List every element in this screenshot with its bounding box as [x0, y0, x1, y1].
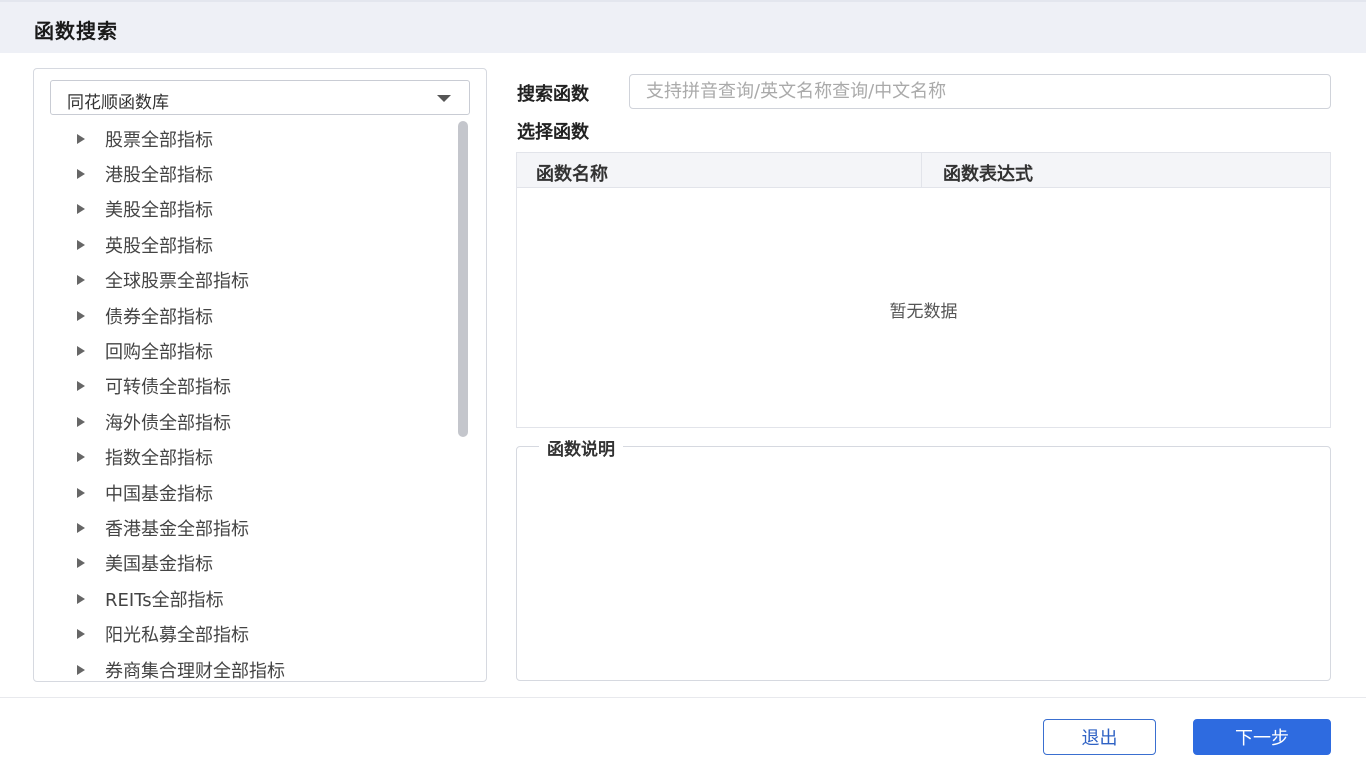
- tree-item[interactable]: 港股全部指标: [34, 156, 456, 191]
- expand-arrow-icon[interactable]: [77, 664, 85, 675]
- expand-arrow-icon[interactable]: [77, 239, 85, 250]
- tree-item-label: 英股全部指标: [105, 235, 213, 257]
- tree-item-label: 回购全部指标: [105, 342, 213, 364]
- empty-state-text: 暂无数据: [889, 302, 958, 322]
- expand-arrow-icon[interactable]: [77, 204, 85, 215]
- tree-item-label: 指数全部指标: [105, 448, 213, 470]
- footer-divider: [0, 697, 1366, 698]
- tree-item-label: 债券全部指标: [105, 306, 213, 328]
- column-header-expression[interactable]: 函数表达式: [943, 160, 1033, 186]
- tree-item[interactable]: 股票全部指标: [34, 121, 456, 156]
- expand-arrow-icon[interactable]: [77, 487, 85, 498]
- tree-item-label: 阳光私募全部指标: [105, 625, 249, 647]
- tree-item[interactable]: 全球股票全部指标: [34, 263, 456, 298]
- column-header-name[interactable]: 函数名称: [536, 160, 608, 186]
- window-title: 函数搜索: [34, 19, 118, 43]
- tree-item[interactable]: 可转债全部指标: [34, 369, 456, 404]
- expand-arrow-icon[interactable]: [77, 381, 85, 392]
- function-library-panel: 同花顺函数库 股票全部指标 港股全部指标 美股全部指标 英股全部指标全球股票全部指标债…: [33, 68, 487, 682]
- library-dropdown-value: 同花顺函数库: [67, 93, 169, 113]
- tree-item[interactable]: 中国基金指标: [34, 475, 456, 510]
- window-titlebar: 函数搜索: [0, 0, 1366, 53]
- select-function-title: 选择函数: [517, 122, 589, 143]
- chevron-down-icon: [437, 95, 451, 102]
- tree-item-label: REITs全部指标: [105, 589, 224, 611]
- tree-item-label: 全球股票全部指标: [105, 271, 249, 293]
- next-step-button[interactable]: 下一步: [1193, 719, 1331, 755]
- column-divider: [921, 153, 922, 188]
- expand-arrow-icon[interactable]: [77, 169, 85, 180]
- tree-item[interactable]: 指数全部指标: [34, 440, 456, 475]
- expand-arrow-icon[interactable]: [77, 346, 85, 357]
- tree-item[interactable]: 香港基金全部指标: [34, 510, 456, 545]
- expand-arrow-icon[interactable]: [77, 133, 85, 144]
- library-dropdown[interactable]: 同花顺函数库: [50, 80, 470, 115]
- description-legend: 函数说明: [539, 435, 623, 460]
- expand-arrow-icon[interactable]: [77, 522, 85, 533]
- tree-item[interactable]: 回购全部指标: [34, 333, 456, 368]
- tree-item[interactable]: 海外债全部指标: [34, 404, 456, 439]
- tree-item[interactable]: 券商集合理财全部指标: [34, 652, 456, 681]
- tree-item[interactable]: 美股全部指标: [34, 192, 456, 227]
- tree-item[interactable]: 债券全部指标: [34, 298, 456, 333]
- exit-button[interactable]: 退出: [1043, 719, 1156, 755]
- tree-item[interactable]: 美国基金指标: [34, 546, 456, 581]
- tree-item-label: 海外债全部指标: [105, 412, 231, 434]
- function-table: 函数名称 函数表达式 暂无数据: [516, 152, 1331, 428]
- tree-item-label: 股票全部指标: [105, 129, 213, 151]
- expand-arrow-icon[interactable]: [77, 310, 85, 321]
- function-description-box: 函数说明: [516, 435, 1331, 681]
- tree-item-label: 港股全部指标: [105, 165, 213, 187]
- search-label: 搜索函数: [517, 84, 589, 105]
- table-header: 函数名称 函数表达式: [517, 153, 1330, 188]
- expand-arrow-icon[interactable]: [77, 593, 85, 604]
- tree-item-label: 中国基金指标: [105, 483, 213, 505]
- tree-item-label: 可转债全部指标: [105, 377, 231, 399]
- expand-arrow-icon[interactable]: [77, 416, 85, 427]
- expand-arrow-icon[interactable]: [77, 629, 85, 640]
- tree-item[interactable]: 阳光私募全部指标: [34, 616, 456, 651]
- tree-scrollbar[interactable]: [458, 121, 468, 437]
- expand-arrow-icon[interactable]: [77, 452, 85, 463]
- tree-item[interactable]: 英股全部指标: [34, 227, 456, 262]
- tree-item-label: 券商集合理财全部指标: [105, 660, 285, 681]
- tree-item[interactable]: REITs全部指标: [34, 581, 456, 616]
- expand-arrow-icon[interactable]: [77, 275, 85, 286]
- search-input[interactable]: [629, 74, 1331, 109]
- tree-item-label: 香港基金全部指标: [105, 518, 249, 540]
- tree-item-label: 美国基金指标: [105, 554, 213, 576]
- indicator-tree: 股票全部指标 港股全部指标 美股全部指标 英股全部指标全球股票全部指标 债券全部指标 回购…: [34, 121, 456, 681]
- tree-item-label: 美股全部指标: [105, 200, 213, 222]
- expand-arrow-icon[interactable]: [77, 558, 85, 569]
